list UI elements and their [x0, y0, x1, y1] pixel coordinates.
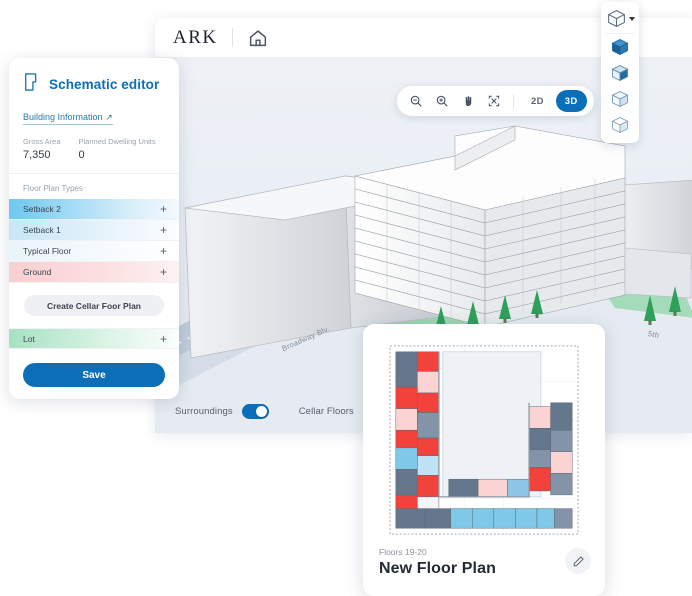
editor-title-row: Schematic editor: [9, 58, 179, 107]
view-style-option-solid[interactable]: [605, 34, 635, 60]
building-information-link[interactable]: Building Information ↗: [23, 112, 113, 125]
viewport-toolbar: 2D 3D: [397, 86, 594, 116]
stats-row: Gross Area 7,350 Planned Dwelling Units …: [9, 134, 179, 174]
street-label-5th: 5th: [647, 329, 661, 340]
floor-plan-types-list: Setback 2 + Setback 1 + Typical Floor + …: [9, 199, 179, 283]
floor-plate-polygon-icon: [23, 72, 41, 97]
cube-outline-icon: [606, 8, 627, 29]
floor-plan-card: Floors 19-20 New Floor Plan: [363, 324, 605, 596]
chevron-down-icon[interactable]: [628, 16, 635, 21]
floor-plan-type-label: Setback 1: [23, 225, 61, 235]
mode-3d-button[interactable]: 3D: [555, 90, 587, 112]
fit-to-screen-icon[interactable]: [482, 90, 505, 113]
zoom-in-icon[interactable]: [430, 90, 453, 113]
view-style-current[interactable]: [605, 6, 635, 34]
schematic-editor-panel: Schematic editor Building Information ↗ …: [9, 58, 179, 399]
toggle-surroundings-label: Surroundings: [175, 406, 233, 417]
toggle-cellar-floors-label: Cellar Floors: [298, 406, 354, 417]
toolbar-divider: [513, 93, 514, 109]
view-style-option-outline[interactable]: [605, 112, 635, 138]
brand-logo: ARK: [173, 26, 218, 48]
stat-gross-area-value: 7,350: [23, 149, 51, 161]
floor-plan-thumbnail[interactable]: [386, 342, 582, 538]
floor-plan-types-label: Floor Plan Types: [23, 184, 83, 193]
view-style-panel: [601, 2, 639, 143]
building-information-link-label: Building Information: [23, 112, 103, 122]
stat-gross-area: Gross Area 7,350: [23, 137, 61, 161]
stat-dwelling-units-label: Planned Dwelling Units: [78, 137, 156, 146]
floor-plan-type-lot[interactable]: Lot +: [9, 328, 179, 349]
hand-pan-icon[interactable]: [456, 90, 479, 113]
mode-2d-button[interactable]: 2D: [522, 90, 553, 112]
page-title: Schematic editor: [49, 77, 160, 92]
external-link-arrow-icon: ↗: [105, 111, 113, 122]
stat-dwelling-units-value: 0: [78, 149, 85, 161]
floor-plan-type-typical-floor[interactable]: Typical Floor +: [9, 241, 179, 262]
floor-plan-type-setback-2[interactable]: Setback 2 +: [9, 199, 179, 220]
home-icon[interactable]: [247, 27, 269, 49]
floor-plan-type-ground[interactable]: Ground +: [9, 262, 179, 283]
save-button[interactable]: Save: [23, 363, 165, 387]
stat-dwelling-units: Planned Dwelling Units 0: [79, 137, 156, 161]
add-floor-plan-icon[interactable]: +: [160, 266, 167, 278]
building-information-link-row: Building Information ↗: [9, 107, 179, 134]
floor-plan-type-label: Ground: [23, 267, 52, 277]
switch-knob: [255, 406, 267, 417]
screen-root: ARK Broadway Blv. 5th 2D 3D Surroundings…: [0, 0, 692, 596]
toggle-surroundings-switch[interactable]: [241, 404, 269, 419]
add-floor-plan-icon[interactable]: +: [160, 333, 167, 345]
view-style-option-shaded[interactable]: [605, 60, 635, 86]
add-floor-plan-icon[interactable]: +: [160, 245, 167, 257]
add-floor-plan-icon[interactable]: +: [160, 203, 167, 215]
create-cellar-floor-plan-button[interactable]: Create Cellar Foor Plan: [24, 295, 164, 316]
view-style-option-light[interactable]: [605, 86, 635, 112]
floor-plan-type-setback-1[interactable]: Setback 1 +: [9, 220, 179, 241]
floor-plan-type-label: Typical Floor: [23, 246, 72, 256]
floor-plan-name: New Floor Plan: [379, 560, 496, 577]
toggle-surroundings[interactable]: Surroundings: [175, 404, 269, 419]
floor-plan-type-label: Lot: [23, 333, 35, 344]
pencil-edit-icon[interactable]: [565, 548, 591, 574]
add-floor-plan-icon[interactable]: +: [160, 224, 167, 236]
viewport-toggles: Surroundings Cellar Floors: [175, 404, 390, 419]
header-divider: [231, 28, 233, 47]
stat-gross-area-label: Gross Area: [23, 137, 61, 146]
floor-plan-floors-range: Floors 19-20: [379, 547, 427, 557]
floor-plan-type-label: Setback 2: [23, 204, 61, 214]
zoom-out-icon[interactable]: [404, 90, 427, 113]
